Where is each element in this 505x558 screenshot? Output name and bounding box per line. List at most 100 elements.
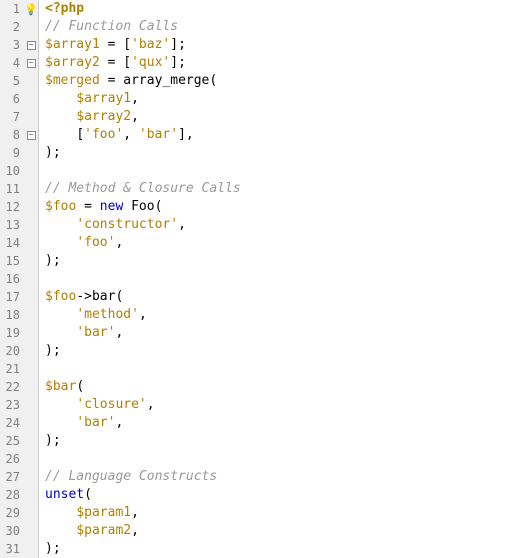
token-comment: // Method & Closure Calls [45,181,241,196]
token-punct: ); [45,145,61,160]
code-line[interactable] [45,450,505,468]
fold-toggle-icon[interactable]: − [27,59,36,68]
line-number: 6 [0,92,24,106]
line-number: 11 [0,182,24,196]
code-line[interactable]: $foo = new Foo( [45,198,505,216]
code-line[interactable]: ); [45,540,505,558]
code-line[interactable]: $merged = array_merge( [45,72,505,90]
token-string: 'bar' [76,325,115,340]
code-line[interactable] [45,270,505,288]
token-plain [123,199,131,214]
token-plain [92,199,100,214]
code-line[interactable]: ); [45,252,505,270]
gutter-row: 31 [0,540,38,558]
token-plain [76,199,84,214]
code-line[interactable] [45,360,505,378]
token-plain [45,235,76,250]
code-line[interactable]: $param1, [45,504,505,522]
token-punct: , [131,109,139,124]
code-area[interactable]: <?php // Function Calls $array1 = ['baz'];… [39,0,505,558]
gutter-row: 8− [0,126,38,144]
code-line[interactable]: $bar( [45,378,505,396]
lightbulb-icon[interactable]: 💡 [24,2,38,16]
gutter-row: 12 [0,198,38,216]
code-line[interactable]: $array2, [45,108,505,126]
fold-column: − [24,41,38,50]
token-keyword: new [100,199,123,214]
code-line[interactable] [45,162,505,180]
line-number: 12 [0,200,24,214]
code-line[interactable]: <?php [45,0,505,18]
token-plain [100,55,108,70]
code-line[interactable]: 'bar', [45,414,505,432]
token-plain [45,325,76,340]
token-tag: <?php [45,1,84,16]
token-plain [45,91,76,106]
gutter-row: 24 [0,414,38,432]
token-punct: , [115,235,123,250]
gutter-row: 21 [0,360,38,378]
line-number: 21 [0,362,24,376]
code-line[interactable]: 'bar', [45,324,505,342]
line-number: 14 [0,236,24,250]
gutter-row: 2 [0,18,38,36]
gutter-row: 11 [0,180,38,198]
line-number: 5 [0,74,24,88]
code-line[interactable]: // Language Constructs [45,468,505,486]
gutter-row: 18 [0,306,38,324]
line-number: 18 [0,308,24,322]
token-comment: // Function Calls [45,19,178,34]
token-punct: , [147,397,155,412]
code-line[interactable]: $array1 = ['baz']; [45,36,505,54]
gutter-row: 26 [0,450,38,468]
code-line[interactable]: $array2 = ['qux']; [45,54,505,72]
code-line[interactable]: // Function Calls [45,18,505,36]
token-punct: ( [76,379,84,394]
code-line[interactable]: 'foo', [45,234,505,252]
token-punct: , [131,523,139,538]
code-line[interactable]: 'method', [45,306,505,324]
token-string: 'baz' [131,37,170,52]
gutter-row: 13 [0,216,38,234]
gutter-row: 16 [0,270,38,288]
code-line[interactable]: $array1, [45,90,505,108]
gutter-row: 20 [0,342,38,360]
code-line[interactable]: unset( [45,486,505,504]
token-punct: ); [45,433,61,448]
token-plain [45,505,76,520]
fold-toggle-icon[interactable]: − [27,41,36,50]
code-line[interactable]: $foo->bar( [45,288,505,306]
token-plain [45,109,76,124]
token-punct: , [123,127,139,142]
token-punct: [ [123,55,131,70]
token-punct: ( [209,73,217,88]
token-plain [100,37,108,52]
token-punct: ( [84,487,92,502]
token-string: 'closure' [76,397,146,412]
code-line[interactable]: ['foo', 'bar'], [45,126,505,144]
gutter-row: 19 [0,324,38,342]
token-punct: , [131,91,139,106]
gutter-row: 30 [0,522,38,540]
code-line[interactable]: 'closure', [45,396,505,414]
line-number: 27 [0,470,24,484]
token-string: 'qux' [131,55,170,70]
token-var: $array2 [76,109,131,124]
token-punct: ( [115,289,123,304]
line-number: 30 [0,524,24,538]
code-line[interactable]: $param2, [45,522,505,540]
code-line[interactable]: ); [45,432,505,450]
fold-toggle-icon[interactable]: − [27,131,36,140]
code-line[interactable]: // Method & Closure Calls [45,180,505,198]
token-func: array_merge [123,73,209,88]
gutter-row: 23 [0,396,38,414]
code-line[interactable]: ); [45,144,505,162]
gutter-row: 10 [0,162,38,180]
code-line[interactable]: ); [45,342,505,360]
token-string: 'bar' [76,415,115,430]
token-string: 'method' [76,307,139,322]
token-punct: [ [123,37,131,52]
gutter-row: 7 [0,108,38,126]
code-line[interactable]: 'constructor', [45,216,505,234]
gutter-row: 17 [0,288,38,306]
